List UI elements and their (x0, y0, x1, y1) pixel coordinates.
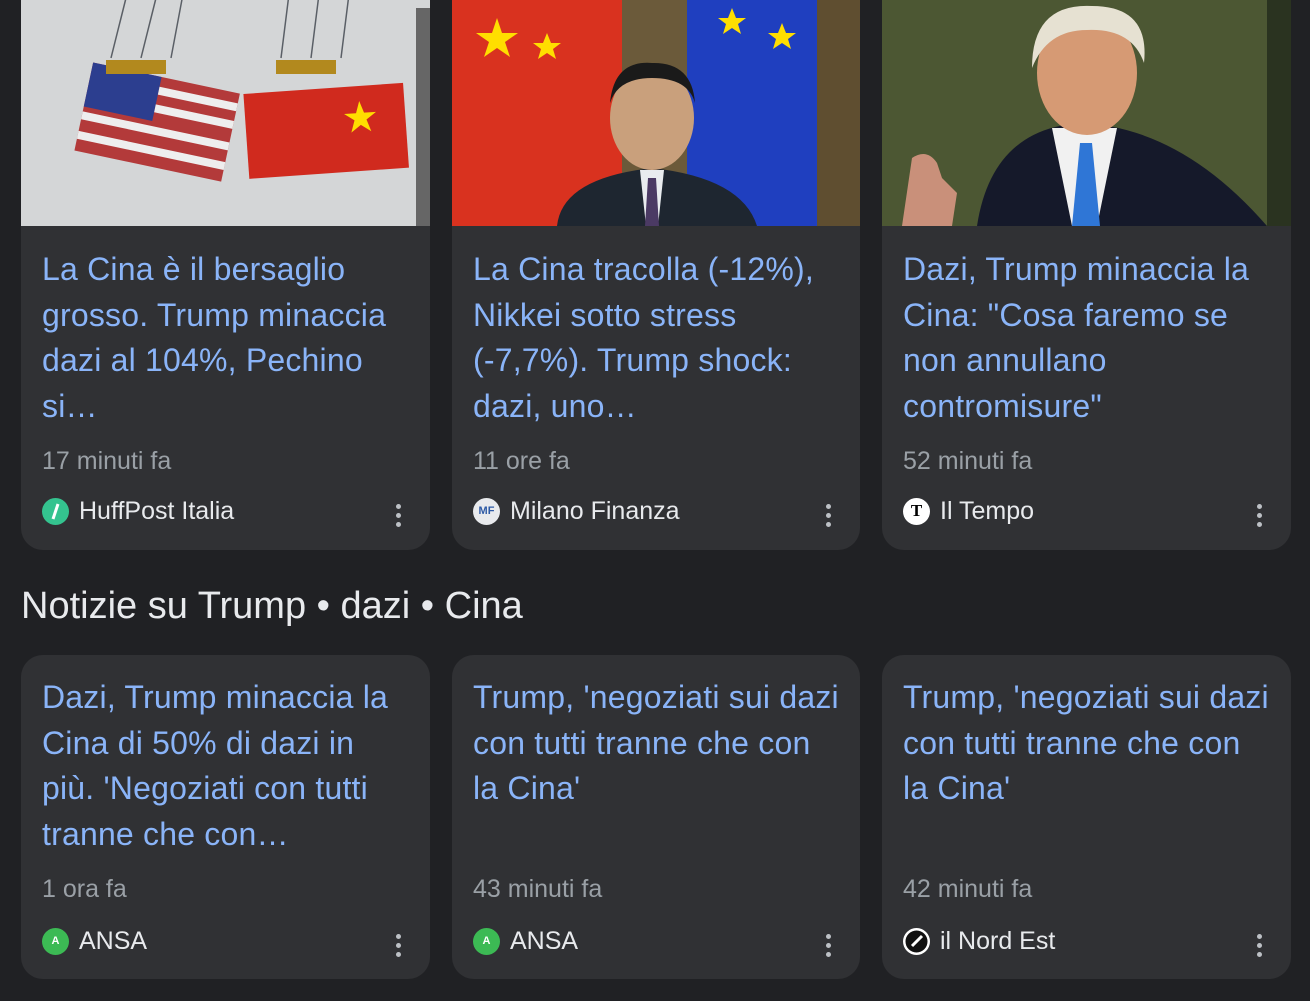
milano-finanza-logo-icon: MF (473, 497, 500, 525)
more-options-icon[interactable] (1249, 500, 1269, 530)
news-card-3[interactable]: Dazi, Trump minaccia la Cina: "Cosa fare… (882, 0, 1291, 550)
article-title[interactable]: La Cina tracolla (-12%), Nikkei sotto st… (473, 247, 840, 429)
article-source: A ANSA (473, 926, 578, 956)
article-title[interactable]: Dazi, Trump minaccia la Cina di 50% di d… (42, 675, 410, 857)
news-card-1[interactable]: La Cina è il bersaglio grosso. Trump min… (21, 0, 430, 550)
more-options-icon[interactable] (388, 930, 408, 960)
source-name: ANSA (510, 927, 579, 955)
source-name: Il Tempo (940, 497, 1035, 525)
article-source: MF Milano Finanza (473, 496, 680, 526)
article-time: 52 minuti fa (903, 447, 1033, 475)
article-time: 17 minuti fa (42, 447, 172, 475)
more-options-icon[interactable] (1249, 930, 1269, 960)
news-card-6[interactable]: Trump, 'negoziati sui dazi con tutti tra… (882, 655, 1291, 979)
article-title[interactable]: Trump, 'negoziati sui dazi con tutti tra… (473, 675, 840, 812)
article-title[interactable]: Dazi, Trump minaccia la Cina: "Cosa fare… (903, 247, 1271, 429)
article-time: 11 ore fa (473, 447, 570, 475)
article-thumbnail[interactable] (21, 0, 430, 226)
more-options-icon[interactable] (818, 500, 838, 530)
ansa-logo-icon: A (42, 927, 69, 955)
news-card-5[interactable]: Trump, 'negoziati sui dazi con tutti tra… (452, 655, 860, 979)
article-source: HuffPost Italia (42, 496, 234, 526)
more-options-icon[interactable] (818, 930, 838, 960)
article-source: T Il Tempo (903, 496, 1034, 526)
article-time: 1 ora fa (42, 875, 127, 903)
news-card-2[interactable]: La Cina tracolla (-12%), Nikkei sotto st… (452, 0, 860, 550)
article-thumbnail[interactable] (882, 0, 1291, 226)
source-name: ANSA (79, 927, 148, 955)
ansa-logo-icon: A (473, 927, 500, 955)
source-name: il Nord Est (940, 927, 1056, 955)
source-name: Milano Finanza (510, 497, 680, 525)
source-name: HuffPost Italia (79, 497, 235, 525)
section-heading: Notizie su Trump • dazi • Cina (21, 585, 523, 627)
article-thumbnail[interactable] (452, 0, 860, 226)
news-card-4[interactable]: Dazi, Trump minaccia la Cina di 50% di d… (21, 655, 430, 979)
article-source: il Nord Est (903, 926, 1055, 956)
huffpost-logo-icon (42, 497, 69, 525)
article-source: A ANSA (42, 926, 147, 956)
article-title[interactable]: Trump, 'negoziati sui dazi con tutti tra… (903, 675, 1271, 812)
article-time: 43 minuti fa (473, 875, 603, 903)
il-nord-est-logo-icon (903, 927, 930, 955)
article-time: 42 minuti fa (903, 875, 1033, 903)
il-tempo-logo-icon: T (903, 497, 930, 525)
article-title[interactable]: La Cina è il bersaglio grosso. Trump min… (42, 247, 410, 429)
more-options-icon[interactable] (388, 500, 408, 530)
